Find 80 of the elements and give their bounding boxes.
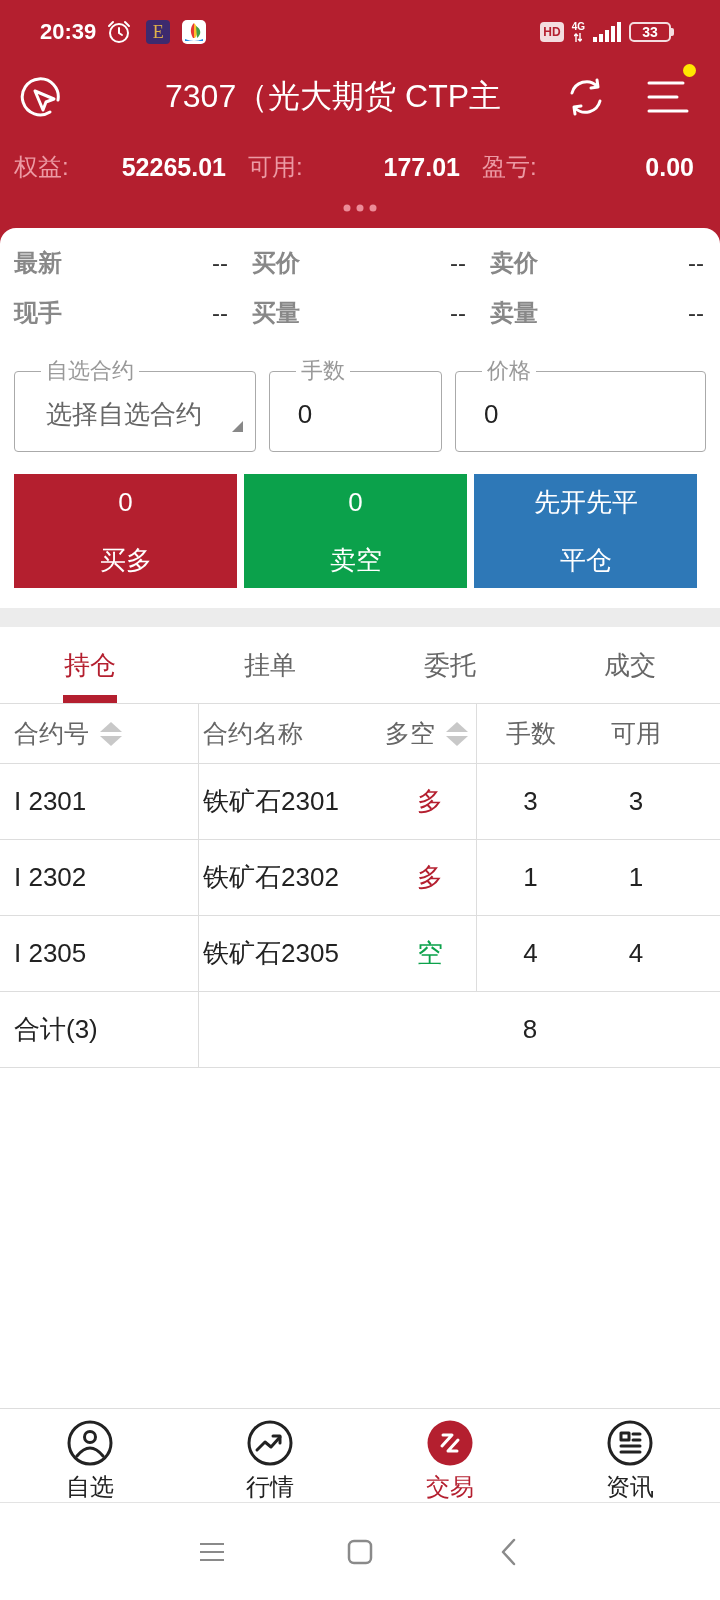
field-label: 价格 — [486, 360, 533, 382]
account-label: 盈亏: — [482, 152, 537, 182]
order-button[interactable]: 先开先平 平仓 — [474, 474, 697, 588]
table-cell-text: 1 — [627, 861, 645, 894]
column-header: 合约名称 — [198, 704, 384, 763]
sortable-column-header[interactable]: 合约号 — [0, 704, 198, 763]
sortable-column-header[interactable]: 多空 — [384, 704, 476, 763]
account-value: 177.01 — [383, 152, 460, 182]
direction-cell-text: 多 — [416, 785, 444, 818]
quote-value: -- — [450, 299, 466, 327]
quote-label: 买价 — [252, 248, 300, 278]
quote-value: -- — [450, 249, 466, 277]
nav-item[interactable]: 自选 — [0, 1409, 180, 1503]
menu-icon[interactable] — [199, 1541, 225, 1562]
quote-value: -- — [212, 249, 228, 277]
table-cell: 4 — [476, 916, 584, 991]
direction-cell-text: 空 — [416, 937, 444, 970]
input-field[interactable]: 手数 0 — [268, 360, 443, 452]
sort-icon — [445, 719, 469, 748]
table-cell-text: I 2302 — [13, 861, 88, 894]
zigzag-circle-icon — [427, 1420, 473, 1466]
quote-label: 卖价 — [490, 248, 538, 278]
page-title: 7307（光大期货 CTP主 — [165, 77, 502, 116]
app-notification-tile: E — [146, 20, 171, 44]
news-circle-icon — [607, 1420, 653, 1466]
table-cell-text: I 2301 — [13, 785, 88, 818]
quote-label: 最新 — [14, 248, 62, 278]
order-button[interactable]: 0 卖空 — [244, 474, 467, 588]
signal-icon — [593, 22, 621, 42]
column-header: 手数 — [476, 704, 584, 763]
trend-circle-icon — [247, 1420, 293, 1466]
total-cell-text: 8 — [521, 1013, 539, 1046]
sail-app-icon — [182, 20, 207, 44]
sort-icon — [99, 719, 123, 748]
square-icon[interactable] — [347, 1538, 373, 1565]
quote-value: -- — [688, 249, 704, 277]
account-label: 权益: — [14, 152, 69, 182]
quote-value: -- — [688, 299, 704, 327]
order-button[interactable]: 0 买多 — [14, 474, 237, 588]
nav-item[interactable]: 交易 — [360, 1409, 540, 1503]
table-cell-text: 4 — [627, 937, 645, 970]
column-header: 可用 — [610, 718, 662, 749]
alarm-clock-icon — [106, 19, 133, 45]
account-value: 0.00 — [645, 152, 694, 182]
status-time: 20:39 — [40, 19, 97, 45]
table-cell-text: 3 — [627, 785, 645, 818]
total-label: 合计(3) — [13, 1013, 99, 1046]
cursor-circle-icon[interactable] — [20, 76, 62, 118]
direction-cell-text: 多 — [416, 861, 444, 894]
account-value: 52265.01 — [121, 152, 226, 182]
menu-icon[interactable] — [646, 80, 690, 114]
back-icon[interactable] — [500, 1537, 516, 1566]
dropdown-corner-icon — [231, 421, 243, 432]
nav-item[interactable]: 行情 — [180, 1409, 360, 1503]
table-cell: 1 — [476, 840, 584, 915]
table-cell: 铁矿石2305 — [198, 916, 384, 991]
contract-select[interactable]: 自选合约 选择自选合约 — [14, 360, 256, 452]
input-field[interactable]: 价格 0 — [455, 360, 706, 452]
tab[interactable]: 成交 — [540, 627, 720, 703]
field-label: 自选合约 — [45, 360, 135, 382]
nav-item[interactable]: 资讯 — [540, 1409, 720, 1503]
table-cell: 铁矿石2301 — [198, 764, 384, 839]
field-label: 手数 — [299, 360, 346, 382]
quote-label: 卖量 — [490, 298, 538, 328]
quote-value: -- — [212, 299, 228, 327]
hd-badge: HD — [540, 22, 564, 42]
pager-dots-icon — [343, 204, 377, 212]
quote-label: 现手 — [14, 298, 62, 328]
battery-indicator: 33 — [629, 22, 674, 42]
account-label: 可用: — [248, 152, 303, 182]
table-cell: 铁矿石2302 — [198, 840, 384, 915]
table-cell: 3 — [476, 764, 584, 839]
network-type-label: 4G — [571, 22, 585, 32]
data-arrows-icon — [574, 33, 583, 42]
tab[interactable]: 挂单 — [180, 627, 360, 703]
person-circle-icon — [67, 1420, 113, 1466]
quote-label: 买量 — [252, 298, 300, 328]
tab[interactable]: 委托 — [360, 627, 540, 703]
tab[interactable]: 持仓 — [0, 627, 180, 703]
table-cell-text: I 2305 — [13, 937, 88, 970]
